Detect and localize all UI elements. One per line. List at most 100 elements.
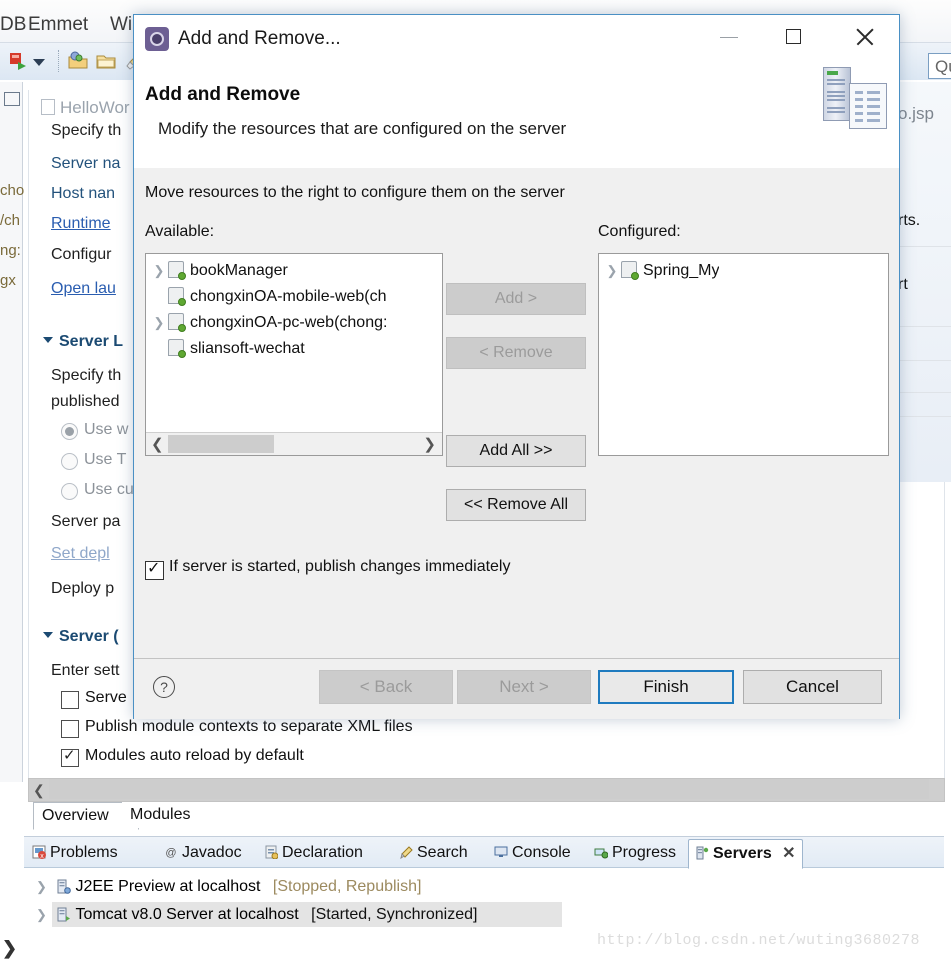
divider bbox=[898, 326, 951, 327]
minimize-button[interactable] bbox=[707, 15, 753, 55]
tab-problems[interactable]: x Problems bbox=[32, 840, 118, 866]
tab-servers[interactable]: Servers ✕ bbox=[688, 839, 803, 869]
expand-arrow-icon[interactable]: ❯ bbox=[36, 902, 52, 927]
help-icon[interactable]: ? bbox=[153, 676, 175, 698]
servers-icon bbox=[695, 842, 709, 860]
remove-button[interactable]: < Remove bbox=[446, 337, 586, 369]
tab-javadoc[interactable]: @ Javadoc bbox=[164, 840, 241, 866]
list-item-available[interactable]: ❯sliansoft-wechat bbox=[150, 335, 305, 362]
link-open-launch-config[interactable]: Open lau bbox=[51, 280, 116, 298]
list-item-available[interactable]: ❯chongxinOA-mobile-web(ch bbox=[150, 283, 387, 310]
cancel-button[interactable]: Cancel bbox=[743, 670, 882, 704]
tab-progress[interactable]: Progress bbox=[594, 840, 676, 866]
project-icon bbox=[168, 313, 186, 332]
options-desc: Enter sett bbox=[51, 662, 120, 679]
maximize-button[interactable] bbox=[771, 15, 817, 55]
document-icon bbox=[849, 83, 887, 129]
checkbox-serve-modules[interactable] bbox=[61, 691, 79, 709]
available-projects-list[interactable]: ❯bookManager ❯chongxinOA-mobile-web(ch ❯… bbox=[145, 253, 443, 456]
expand-arrow-icon[interactable]: ❯ bbox=[150, 309, 168, 336]
checkbox-label-publish-xml: Publish module contexts to separate XML … bbox=[85, 718, 413, 735]
list-item-available[interactable]: ❯ bookManager bbox=[150, 257, 288, 284]
open-folder-icon[interactable] bbox=[96, 51, 116, 71]
dialog-subheading: Modify the resources that are configured… bbox=[158, 119, 567, 138]
checkbox-publish-xml[interactable] bbox=[61, 720, 79, 738]
divider bbox=[898, 360, 951, 361]
run-icon[interactable] bbox=[8, 51, 28, 71]
scroll-left-arrow[interactable]: ❮ bbox=[151, 435, 164, 453]
server-list-row-tomcat[interactable]: ❯ Tomcat v8.0 Server at localhost [Start… bbox=[36, 902, 477, 927]
add-all-button[interactable]: Add All >> bbox=[446, 435, 586, 467]
dialog-title-bar[interactable]: Add and Remove... bbox=[134, 15, 899, 63]
open-project-icon[interactable] bbox=[68, 51, 88, 71]
project-icon bbox=[168, 261, 186, 280]
close-button[interactable] bbox=[842, 15, 888, 55]
publish-immediately-label: If server is started, publish changes im… bbox=[169, 558, 511, 575]
scrollbar-thumb[interactable] bbox=[168, 435, 274, 453]
expand-arrow-icon[interactable]: ❯ bbox=[36, 874, 52, 899]
server-list-row-j2ee[interactable]: ❯ J2EE Preview at localhost [Stopped, Re… bbox=[36, 874, 421, 899]
scroll-left-arrow[interactable]: ❮ bbox=[33, 782, 45, 799]
tab-console[interactable]: Console bbox=[494, 840, 571, 866]
dialog-gear-icon bbox=[145, 27, 169, 51]
available-list-horizontal-scrollbar[interactable]: ❮ ❯ bbox=[146, 432, 442, 455]
restore-panel-arrow-icon[interactable]: ❯ bbox=[2, 938, 17, 959]
finish-button[interactable]: Finish bbox=[598, 670, 734, 704]
link-runtime[interactable]: Runtime bbox=[51, 215, 111, 233]
menu-item-window[interactable]: Wi bbox=[110, 14, 132, 36]
link-set-deploy-path[interactable]: Set depl bbox=[51, 545, 110, 563]
svg-text:@: @ bbox=[165, 847, 176, 859]
search-icon bbox=[399, 842, 413, 860]
locations-desc-line2: published bbox=[51, 393, 120, 410]
right-editor-tab[interactable]: o.jsp bbox=[898, 104, 934, 124]
list-item-available[interactable]: ❯ chongxinOA-pc-web(chong: bbox=[150, 309, 387, 336]
project-tree-item[interactable]: ng: bbox=[0, 242, 21, 259]
radio-use-custom-location[interactable] bbox=[61, 483, 78, 500]
configured-projects-list[interactable]: ❯ Spring_My bbox=[598, 253, 889, 456]
server-name: Tomcat v8.0 Server at localhost bbox=[75, 906, 299, 923]
section-server-locations[interactable]: Server L bbox=[43, 333, 123, 351]
server-icon bbox=[56, 877, 72, 894]
divider bbox=[898, 416, 951, 417]
remove-all-button[interactable]: << Remove All bbox=[446, 489, 586, 521]
tab-search[interactable]: Search bbox=[399, 840, 468, 866]
project-tree-item[interactable]: gx bbox=[0, 272, 16, 289]
console-icon bbox=[494, 842, 508, 857]
menu-item-db[interactable]: DB bbox=[0, 14, 26, 36]
checkbox-auto-reload[interactable] bbox=[61, 746, 79, 767]
add-button[interactable]: Add > bbox=[446, 283, 586, 315]
next-button[interactable]: Next > bbox=[457, 670, 591, 704]
view-tab-bar: x Problems @ Javadoc Declaration Search bbox=[24, 837, 944, 869]
radio-use-tomcat-installation[interactable] bbox=[61, 453, 78, 470]
dialog-title: Add and Remove... bbox=[178, 28, 341, 49]
problems-icon: x bbox=[32, 842, 46, 860]
right-text-fragment: rts. bbox=[898, 212, 921, 229]
project-icon bbox=[168, 287, 186, 306]
tab-declaration[interactable]: Declaration bbox=[264, 840, 363, 866]
project-tree-item[interactable]: /ch bbox=[0, 212, 20, 229]
list-item-configured[interactable]: ❯ Spring_My bbox=[603, 257, 719, 284]
tab-modules[interactable]: Modules bbox=[122, 802, 221, 828]
label-host-name: Host nan bbox=[51, 185, 116, 202]
configured-list-label: Configured: bbox=[598, 223, 681, 240]
back-button[interactable]: < Back bbox=[319, 670, 453, 704]
run-dropdown-caret[interactable] bbox=[33, 59, 45, 66]
close-icon[interactable]: ✕ bbox=[782, 845, 795, 862]
scroll-right-arrow[interactable]: ❯ bbox=[423, 435, 436, 453]
section-server-options[interactable]: Server ( bbox=[43, 628, 119, 646]
project-tree-item[interactable]: cho bbox=[0, 182, 24, 199]
expand-arrow-icon[interactable]: ❯ bbox=[603, 257, 621, 284]
watermark-text: http://blog.csdn.net/wuting3680278 bbox=[597, 932, 921, 949]
expand-arrow-icon[interactable]: ❯ bbox=[150, 257, 168, 284]
server-icon bbox=[56, 905, 71, 922]
dialog-header: Add and Remove Modify the resources that… bbox=[134, 63, 899, 169]
form-horizontal-scrollbar[interactable]: ❮ bbox=[28, 778, 945, 802]
label-server-name: Server na bbox=[51, 155, 121, 172]
publish-immediately-checkbox[interactable] bbox=[145, 558, 164, 580]
label-deploy-path: Deploy p bbox=[51, 580, 115, 597]
menu-item-emmet[interactable]: Emmet bbox=[28, 14, 88, 36]
radio-use-workspace-metadata[interactable] bbox=[61, 423, 78, 440]
minimize-panel-icon[interactable] bbox=[4, 92, 20, 106]
scrollbar-thumb[interactable] bbox=[49, 779, 929, 799]
quick-access-input[interactable]: Qu bbox=[928, 53, 951, 79]
